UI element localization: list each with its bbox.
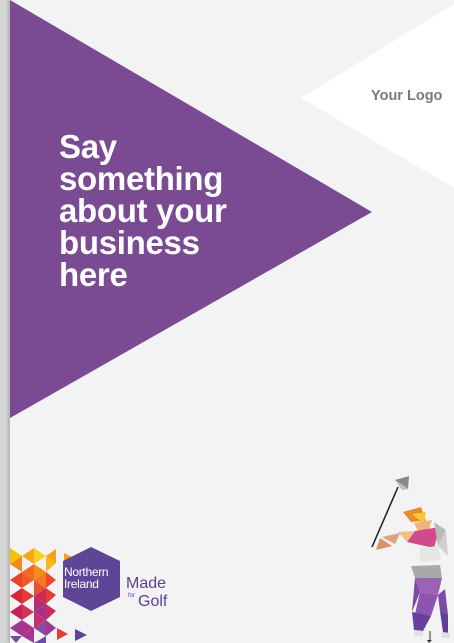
headline-line: about your <box>59 192 227 229</box>
headline-line: Say <box>59 128 117 165</box>
made-word: Made <box>126 575 167 592</box>
logo-placeholder: Your Logo <box>371 88 443 104</box>
for-word: for <box>128 593 136 599</box>
headline-line: something <box>59 160 224 197</box>
flyer-page: Say something about your business here Y… <box>10 0 454 643</box>
headline-line: business <box>59 224 200 261</box>
golf-word: Golf <box>138 593 168 610</box>
golfer-illustration <box>371 476 450 643</box>
badge-line-2: Ireland <box>64 577 99 591</box>
headline: Say something about your business here <box>59 128 289 293</box>
badge-text: Northern Ireland <box>64 566 124 590</box>
headline-line: here <box>59 256 128 293</box>
